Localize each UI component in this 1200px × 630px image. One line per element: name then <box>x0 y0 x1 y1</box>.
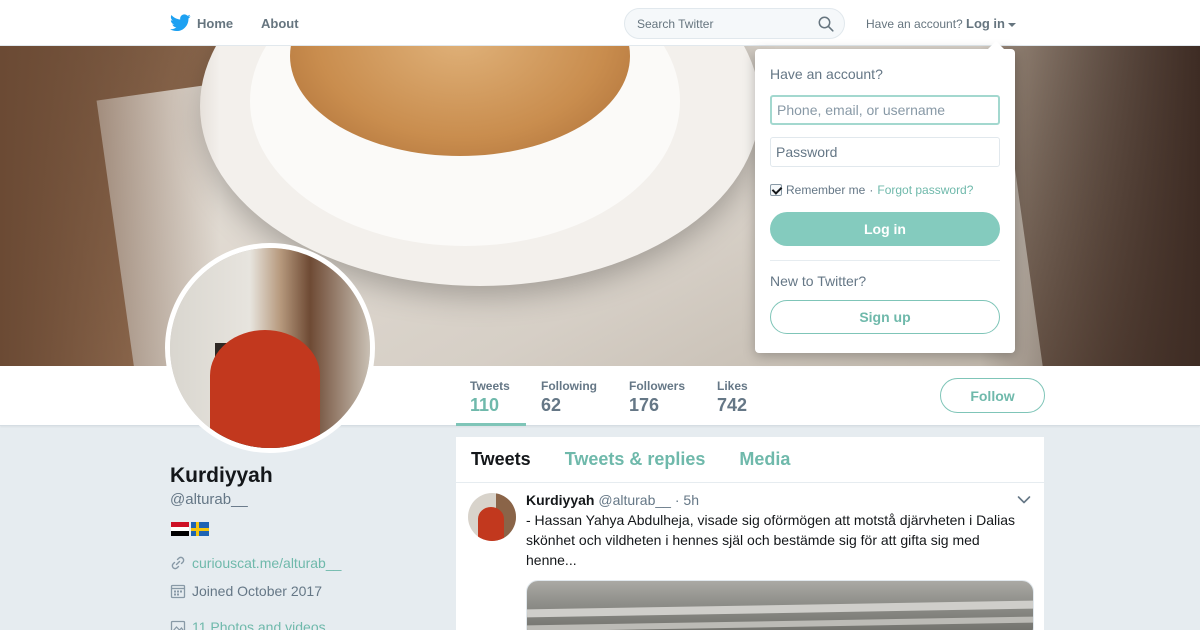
login-toggle-label: Log in <box>966 16 1005 31</box>
chevron-down-icon[interactable] <box>1017 495 1031 505</box>
profile-name[interactable]: Kurdiyyah <box>170 464 273 488</box>
tweet-handle[interactable]: @alturab__ <box>598 492 671 508</box>
stat-label: Followers <box>629 379 686 393</box>
link-icon <box>171 556 185 570</box>
remember-separator: · <box>869 183 874 197</box>
stat-label: Likes <box>717 379 748 393</box>
search-box <box>624 8 845 39</box>
stat-tweets[interactable]: Tweets 110 <box>456 366 526 426</box>
login-dropdown: Have an account? Remember me · Forgot pa… <box>755 41 1015 353</box>
nav-about-link[interactable]: About <box>261 16 299 31</box>
bird-icon <box>170 14 191 32</box>
tweet-time[interactable]: 5h <box>683 492 699 508</box>
profile-photos-link[interactable]: 11 Photos and videos <box>192 619 326 630</box>
flag-sweden-icon <box>191 522 209 536</box>
profile-photos-row[interactable]: 11 Photos and videos <box>170 619 326 630</box>
flag-iraq-icon <box>171 522 189 537</box>
search-icon[interactable] <box>818 16 834 32</box>
login-dropdown-toggle[interactable]: Log in <box>966 16 1016 31</box>
stat-label: Following <box>541 379 597 393</box>
profile-url-row[interactable]: curiouscat.me/alturab__ <box>170 555 341 571</box>
calendar-icon <box>170 584 186 599</box>
stat-value: 176 <box>629 395 660 415</box>
photo-icon <box>170 620 186 630</box>
follow-button[interactable]: Follow <box>940 378 1045 413</box>
signup-button[interactable]: Sign up <box>770 300 1000 334</box>
stat-followers[interactable]: Followers 176 <box>615 366 699 426</box>
avatar[interactable] <box>165 243 375 453</box>
tab-tweets-replies[interactable]: Tweets & replies <box>565 449 706 470</box>
stat-value: 110 <box>470 395 500 415</box>
tweet-separator: · <box>674 492 680 508</box>
timeline-tabs: Tweets Tweets & replies Media <box>456 437 1044 483</box>
tweet-media[interactable] <box>526 580 1034 630</box>
profile-joined-row: Joined October 2017 <box>170 583 322 599</box>
remember-checkbox[interactable] <box>770 184 782 196</box>
new-to-twitter-label: New to Twitter? <box>770 273 867 289</box>
profile-joined: Joined October 2017 <box>192 583 322 599</box>
stat-value: 62 <box>541 395 562 415</box>
tab-media[interactable]: Media <box>739 449 790 470</box>
bio-flags <box>171 522 209 537</box>
profile-url[interactable]: curiouscat.me/alturab__ <box>192 555 341 571</box>
password-field[interactable] <box>770 137 1000 167</box>
remember-row: Remember me · Forgot password? <box>770 183 973 197</box>
tweet-avatar[interactable] <box>468 493 516 541</box>
stat-value: 742 <box>717 395 748 415</box>
login-dropdown-title: Have an account? <box>770 66 883 82</box>
forgot-password-link[interactable]: Forgot password? <box>877 183 973 197</box>
timeline: Tweets Tweets & replies Media Kurdiyyah … <box>456 437 1044 630</box>
nav-home-link[interactable]: Home <box>170 14 233 32</box>
top-nav-bar: Home About Have an account? Log in <box>0 0 1200 46</box>
tweet-text: - Hassan Yahya Abdulheja, visade sig ofö… <box>526 512 1015 568</box>
username-field[interactable] <box>770 95 1000 125</box>
stat-following[interactable]: Following 62 <box>527 366 611 426</box>
tab-tweets[interactable]: Tweets <box>471 449 531 470</box>
tweet-header: Kurdiyyah @alturab__ · 5h <box>526 492 699 508</box>
account-prompt: Have an account? <box>866 17 963 31</box>
profile-handle[interactable]: @alturab__ <box>170 491 248 508</box>
login-button[interactable]: Log in <box>770 212 1000 246</box>
remember-label: Remember me <box>786 183 866 197</box>
nav-home-label: Home <box>197 15 234 31</box>
tweet-author[interactable]: Kurdiyyah <box>526 492 594 508</box>
caret-down-icon <box>1008 22 1016 27</box>
stat-label: Tweets <box>470 379 510 393</box>
search-input[interactable] <box>625 9 815 38</box>
dropdown-divider <box>770 260 1000 261</box>
stat-likes[interactable]: Likes 742 <box>703 366 762 426</box>
